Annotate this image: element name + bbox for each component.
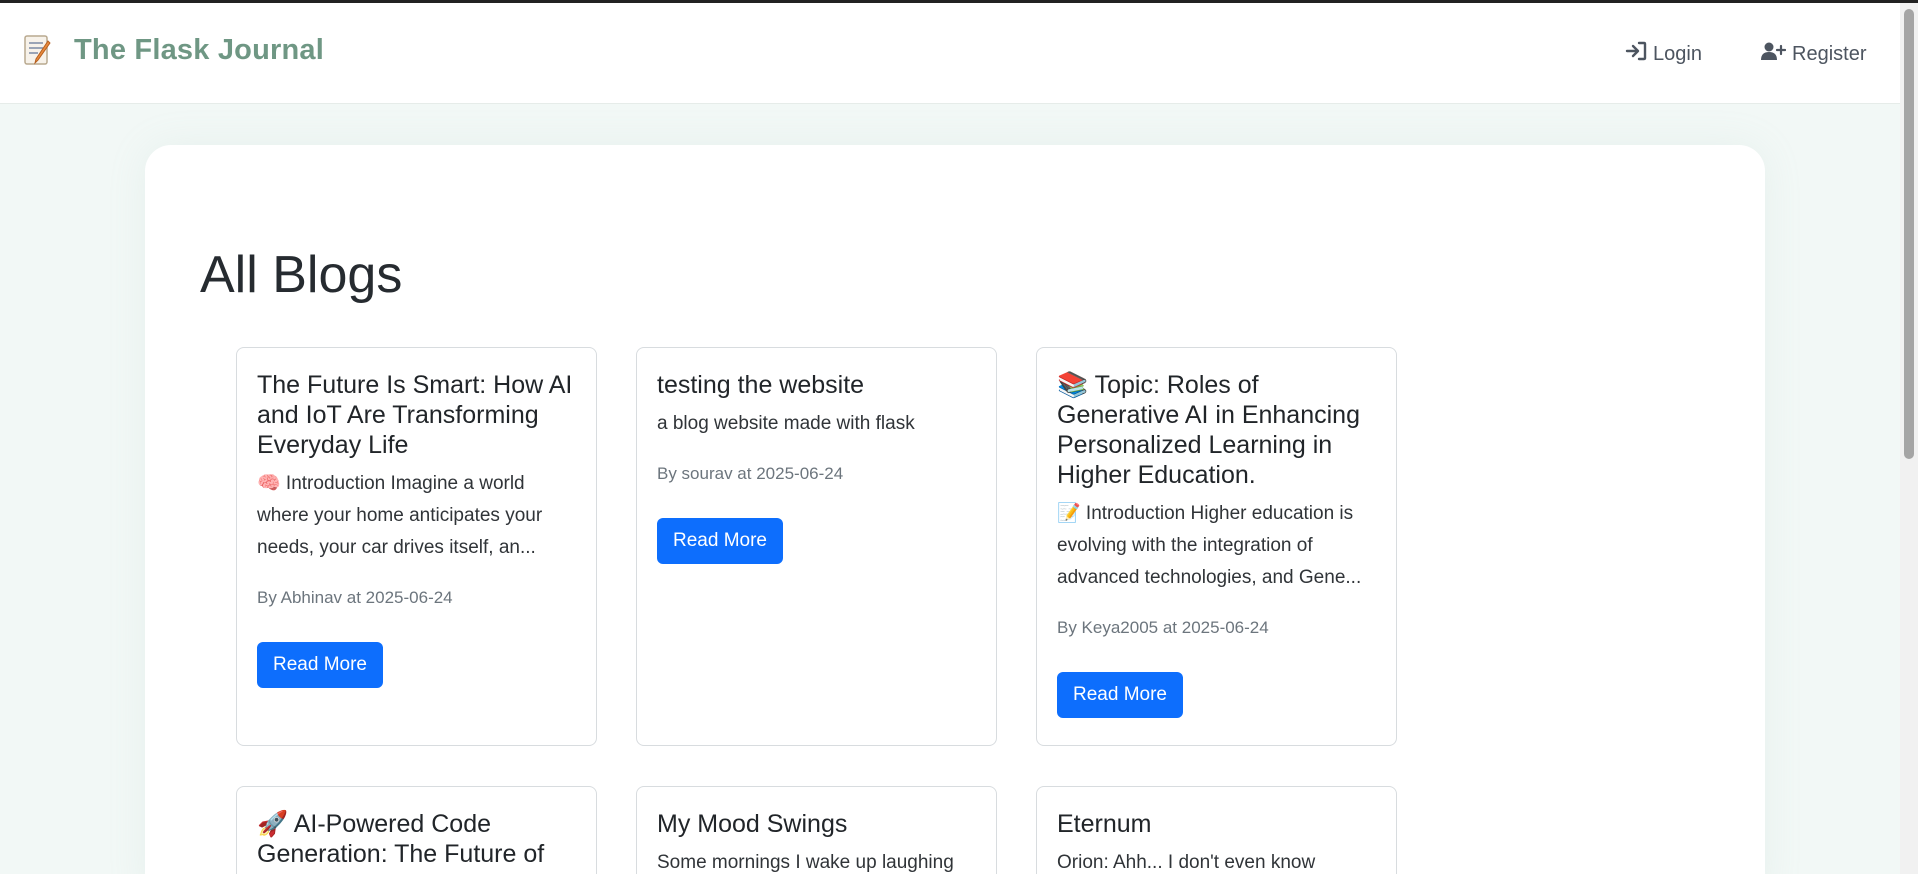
blog-card-excerpt: a blog website made with flask [657,413,915,434]
register-link[interactable]: Register [1760,41,1866,67]
page-title: All Blogs [200,246,403,304]
navbar: The Flask Journal Login Register [0,3,1900,104]
page-scrollbar[interactable] [1900,3,1918,874]
login-label: Login [1653,42,1702,65]
notepad-icon [22,33,54,67]
read-more-button[interactable]: Read More [1057,672,1183,718]
register-label: Register [1792,42,1867,65]
blog-card-title: My Mood Swings [657,810,848,838]
blog-card-excerpt: Some mornings I wake up laughing [657,852,954,873]
read-more-button[interactable]: Read More [657,518,783,564]
blog-card-excerpt: 🧠 Introduction Imagine a world where you… [257,473,543,558]
blog-card: 📚 Topic: Roles of Generative AI in Enhan… [1036,347,1397,746]
read-more-button[interactable]: Read More [257,642,383,688]
blog-card: My Mood Swings Some mornings I wake up l… [636,786,997,874]
blog-card-meta: By sourav at 2025-06-24 [657,464,844,483]
brand-title: The Flask Journal [74,33,324,66]
blog-card: The Future Is Smart: How AI and IoT Are … [236,347,597,746]
blog-card: 🚀 AI-Powered Code Generation: The Future… [236,786,597,874]
blog-card-title: 🚀 AI-Powered Code Generation: The Future… [257,810,545,874]
blog-card-excerpt: Orion: Ahh... I don't even know [1057,852,1316,873]
blog-card-title: The Future Is Smart: How AI and IoT Are … [257,371,573,459]
brand[interactable]: The Flask Journal [22,33,324,67]
blog-card-title: testing the website [657,371,865,399]
scrollbar-thumb[interactable] [1904,9,1914,459]
blog-card: Eternum Orion: Ahh... I don't even know [1036,786,1397,874]
blog-card-meta: By Abhinav at 2025-06-24 [257,588,453,607]
login-link[interactable]: Login [1625,41,1702,67]
blog-card: testing the website a blog website made … [636,347,997,746]
sign-in-icon [1625,41,1647,67]
user-plus-icon [1760,41,1787,67]
blog-card-title: Eternum [1057,810,1152,838]
blog-card-meta: By Keya2005 at 2025-06-24 [1057,618,1269,637]
blog-card-excerpt: 📝 Introduction Higher education is evolv… [1057,503,1362,588]
blog-card-title: 📚 Topic: Roles of Generative AI in Enhan… [1057,371,1360,489]
